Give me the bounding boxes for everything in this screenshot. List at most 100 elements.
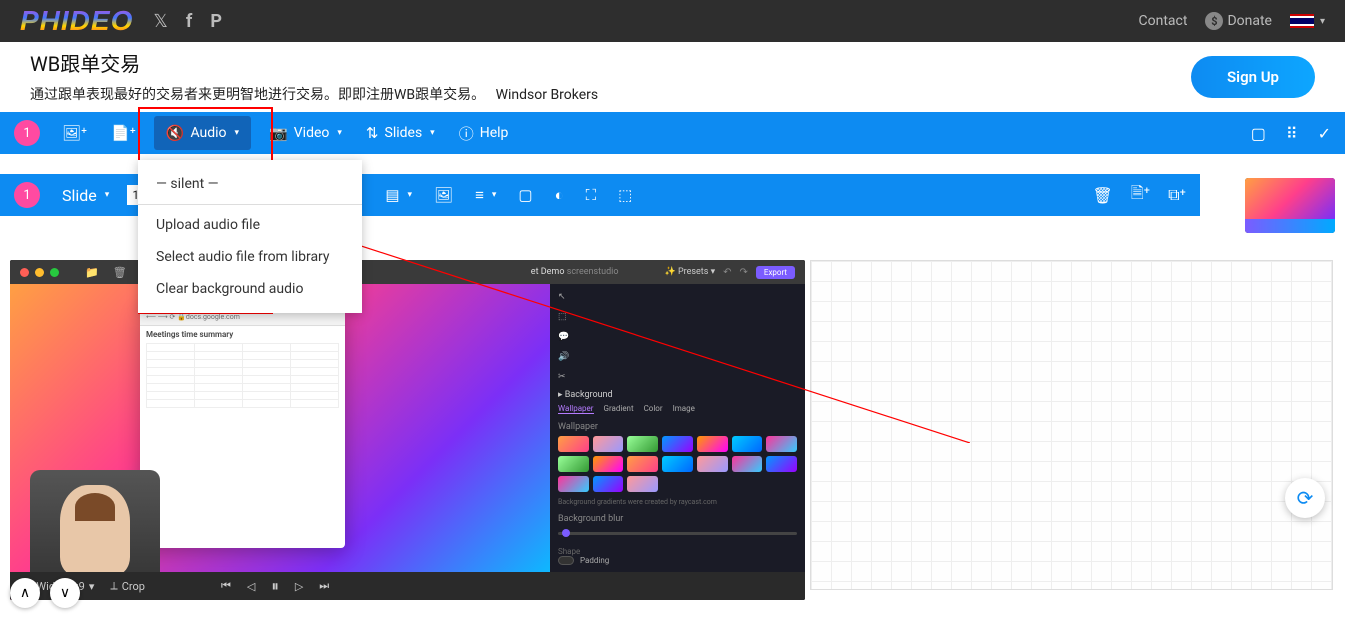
donate-label: Donate	[1227, 13, 1272, 29]
layer-icon: ▤	[385, 186, 399, 204]
chat-button[interactable]: ⟳	[1285, 478, 1325, 518]
tab-color: Color	[644, 404, 663, 414]
crop-icon: ▢	[518, 186, 532, 204]
dropdown-item-clear[interactable]: Clear background audio	[138, 273, 362, 305]
layer-button[interactable]: ▤▾	[381, 182, 416, 208]
canvas-grid[interactable]	[810, 260, 1333, 590]
add-image-button[interactable]: 🖼⁺	[56, 120, 93, 146]
folder-icon: 📁	[85, 266, 99, 279]
x-icon[interactable]: 𝕏	[153, 11, 168, 32]
video-icon: 📷	[269, 124, 288, 142]
flag-icon	[1290, 14, 1314, 28]
facebook-icon[interactable]: f	[186, 11, 192, 32]
image-button[interactable]: 🖼	[430, 182, 457, 208]
scroll-up-button[interactable]: ∧	[10, 578, 40, 608]
ad-title: WB跟单交易	[30, 48, 598, 80]
grid-icon[interactable]: ⠿	[1286, 124, 1298, 143]
skip-back-icon[interactable]: ⏮	[221, 579, 231, 593]
padding-toggle	[558, 556, 574, 565]
crop-button[interactable]: ▢	[514, 182, 536, 208]
filter-icon: ◐	[555, 186, 564, 204]
delete-icon[interactable]: 🗑	[1093, 186, 1113, 205]
donate-link[interactable]: $ Donate	[1205, 12, 1272, 30]
step-badge-2: 1	[14, 182, 40, 208]
video-menu-button[interactable]: 📷 Video ▾	[263, 120, 348, 146]
trash-icon: 🗑	[113, 266, 127, 279]
audio-label: Audio	[190, 125, 226, 141]
language-select[interactable]: ▾	[1290, 14, 1325, 28]
cursor-icon: ↖	[558, 292, 797, 302]
help-button[interactable]: ⓘ Help	[453, 119, 515, 148]
canvas-area: 📁 🗑 et Demo screenstudio ✨ Presets ▾ ↶ ↷…	[10, 260, 1345, 618]
scroll-down-button[interactable]: ∨	[50, 578, 80, 608]
crop-tool[interactable]: ⟂ Crop	[110, 579, 145, 593]
dropdown-item-silent[interactable]: — silent —	[138, 168, 362, 200]
slide-menu-button[interactable]: Slide▾	[58, 182, 113, 209]
resize-button[interactable]: ⛶	[582, 182, 601, 208]
align-icon: ≡	[475, 186, 484, 204]
step-badge-1: 1	[14, 120, 40, 146]
undo-icon: ↶	[723, 267, 731, 278]
sort-icon: ⇅	[366, 124, 379, 142]
tab-image: Image	[673, 404, 695, 414]
wallpaper-heading: Wallpaper	[558, 422, 797, 432]
app-header: PHIDEO 𝕏 f P Contact $ Donate ▾	[0, 0, 1345, 42]
video-label: Video	[294, 125, 330, 141]
blur-slider	[558, 532, 797, 535]
export-button: Export	[756, 266, 795, 279]
main-toolbar: 1 🖼⁺ 📄⁺ 🔇 Audio ▾ 📷 Video ▾ ⇅ Slides ▾ ⓘ…	[0, 112, 1345, 154]
slide-label: Slide	[62, 186, 97, 205]
bg-label: Background	[565, 390, 613, 400]
add-file-button[interactable]: 📄⁺	[105, 120, 142, 146]
cam-icon: ⬚	[558, 312, 797, 322]
cast-icon[interactable]: ▢	[1251, 124, 1266, 143]
audio-menu-button[interactable]: 🔇 Audio ▾	[154, 116, 251, 150]
file-plus-icon: 📄⁺	[111, 124, 136, 142]
divider	[138, 204, 362, 205]
ad-brand: Windsor Brokers	[496, 87, 599, 103]
shape-heading: Shape	[558, 547, 797, 556]
dropdown-item-upload[interactable]: Upload audio file	[138, 209, 362, 241]
social-links: 𝕏 f P	[153, 11, 222, 32]
demo-label: et Demo	[531, 267, 565, 277]
preview-bottom-bar: ▭ Wide 16:9 ▾ ⟂ Crop ⏮ ◁ ⏸ ▷ ⏭	[10, 572, 805, 600]
chevron-down-icon: ▾	[430, 128, 435, 138]
prev-icon[interactable]: ◁	[247, 580, 255, 593]
group-button[interactable]: ⬚	[614, 182, 636, 208]
next-icon[interactable]: ▷	[295, 580, 303, 593]
pause-icon[interactable]: ⏸	[271, 577, 279, 595]
chat-icon: 💬	[558, 332, 797, 342]
traffic-light-max-icon	[50, 268, 59, 277]
preview-window[interactable]: 📁 🗑 et Demo screenstudio ✨ Presets ▾ ↶ ↷…	[10, 260, 805, 600]
chevron-down-icon: ▾	[337, 128, 342, 138]
sound-icon: 🔊	[558, 352, 797, 362]
gradient-grid	[558, 436, 797, 492]
duplicate-icon[interactable]: ⧉⁺	[1168, 185, 1186, 205]
group-icon: ⬚	[618, 186, 632, 204]
slides-menu-button[interactable]: ⇅ Slides ▾	[360, 120, 441, 146]
sheet-title: Meetings time summary	[146, 330, 339, 339]
signup-button[interactable]: Sign Up	[1191, 56, 1315, 98]
align-button[interactable]: ≡▾	[471, 182, 500, 208]
refresh-icon: ⟳	[1297, 486, 1314, 510]
tab-gradient: Gradient	[604, 404, 634, 414]
filter-button[interactable]: ◐	[551, 182, 568, 208]
speaker-mute-icon: 🔇	[166, 124, 185, 142]
traffic-light-min-icon	[35, 268, 44, 277]
copy-plus-icon[interactable]: 🗎⁺	[1131, 182, 1150, 209]
contact-link[interactable]: Contact	[1139, 13, 1188, 29]
chevron-down-icon: ▾	[492, 190, 497, 200]
skip-fwd-icon[interactable]: ⏭	[319, 579, 329, 593]
cut-icon: ✂	[558, 372, 797, 382]
check-icon[interactable]: ✓	[1318, 124, 1331, 143]
logo[interactable]: PHIDEO	[20, 5, 133, 37]
credit-text: Background gradients were created by ray…	[558, 498, 797, 506]
slide-thumbnail[interactable]	[1245, 178, 1335, 233]
help-label: Help	[480, 125, 509, 141]
image-icon: 🖼	[434, 186, 453, 204]
dropdown-item-select[interactable]: Select audio file from library	[138, 241, 362, 273]
preview-spreadsheet: ⟵ ⟶ ⟳ 🔒 docs.google.com Meetings time su…	[140, 308, 345, 548]
pinterest-icon[interactable]: P	[210, 11, 222, 32]
preview-wallpaper: ⟵ ⟶ ⟳ 🔒 docs.google.com Meetings time su…	[10, 284, 550, 600]
chevron-down-icon: ▾	[235, 128, 240, 138]
